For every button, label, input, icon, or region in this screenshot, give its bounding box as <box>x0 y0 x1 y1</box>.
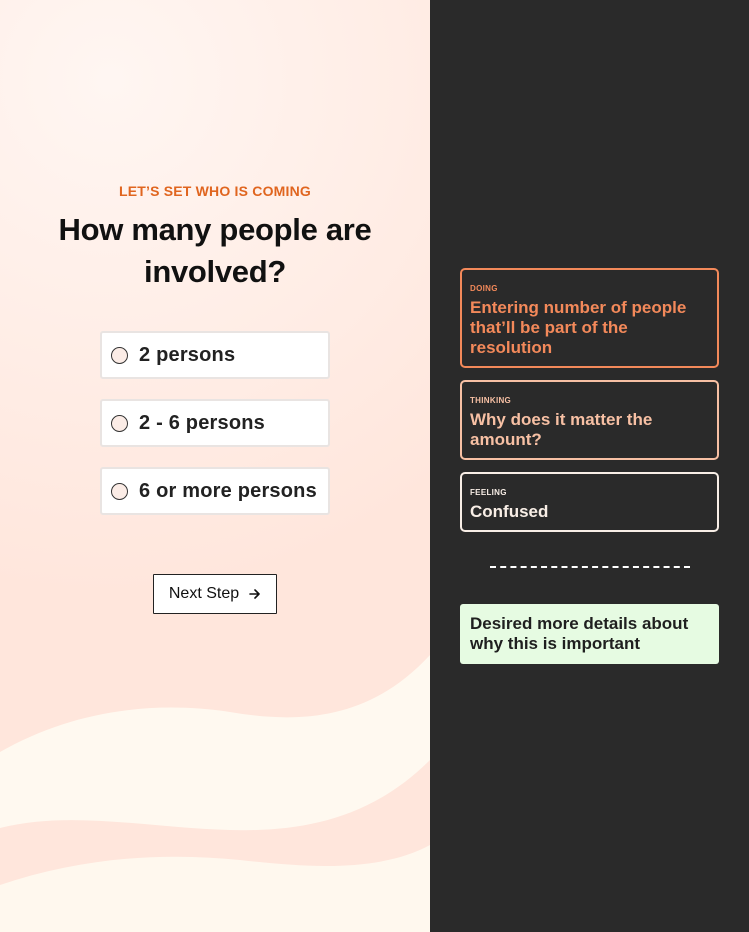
doing-label: DOING <box>470 284 498 293</box>
thinking-label: THINKING <box>470 396 512 405</box>
feeling-text: Confused <box>470 502 549 521</box>
wave-decoration <box>0 655 430 932</box>
next-step-button[interactable]: Next Step <box>153 574 277 614</box>
radio-circle-icon[interactable] <box>111 346 128 364</box>
form-panel: LET’S SET WHO IS COMING How many people … <box>0 0 430 932</box>
option-2-persons[interactable]: 2 persons <box>100 331 330 379</box>
question-title: How many people are involved? <box>58 212 372 289</box>
option-2-6-persons[interactable]: 2 - 6 persons <box>100 399 330 447</box>
feeling-label: FEELING <box>470 488 507 497</box>
arrow-right-icon <box>249 588 261 600</box>
next-step-label: Next Step <box>168 585 240 602</box>
radio-circle-icon[interactable] <box>111 414 128 432</box>
thinking-text: Why does it matter the amount? <box>470 410 653 449</box>
option-label: 2 persons <box>139 343 236 366</box>
insight-note: Desired more details about why this is i… <box>460 604 719 664</box>
thinking-card: THINKING Why does it matter the amount? <box>460 380 719 460</box>
option-6-or-more-persons[interactable]: 6 or more persons <box>100 467 330 515</box>
doing-card: DOING Entering number of people that’ll … <box>460 268 719 368</box>
insight-text: Desired more details about why this is i… <box>470 614 689 653</box>
dashed-divider <box>490 566 690 568</box>
doing-text: Entering number of people that’ll be par… <box>470 298 687 357</box>
feeling-card: FEELING Confused <box>460 472 719 532</box>
radio-circle-icon[interactable] <box>111 482 128 500</box>
section-eyebrow: LET’S SET WHO IS COMING <box>118 183 312 199</box>
option-label: 6 or more persons <box>139 479 317 502</box>
option-label: 2 - 6 persons <box>139 411 265 434</box>
